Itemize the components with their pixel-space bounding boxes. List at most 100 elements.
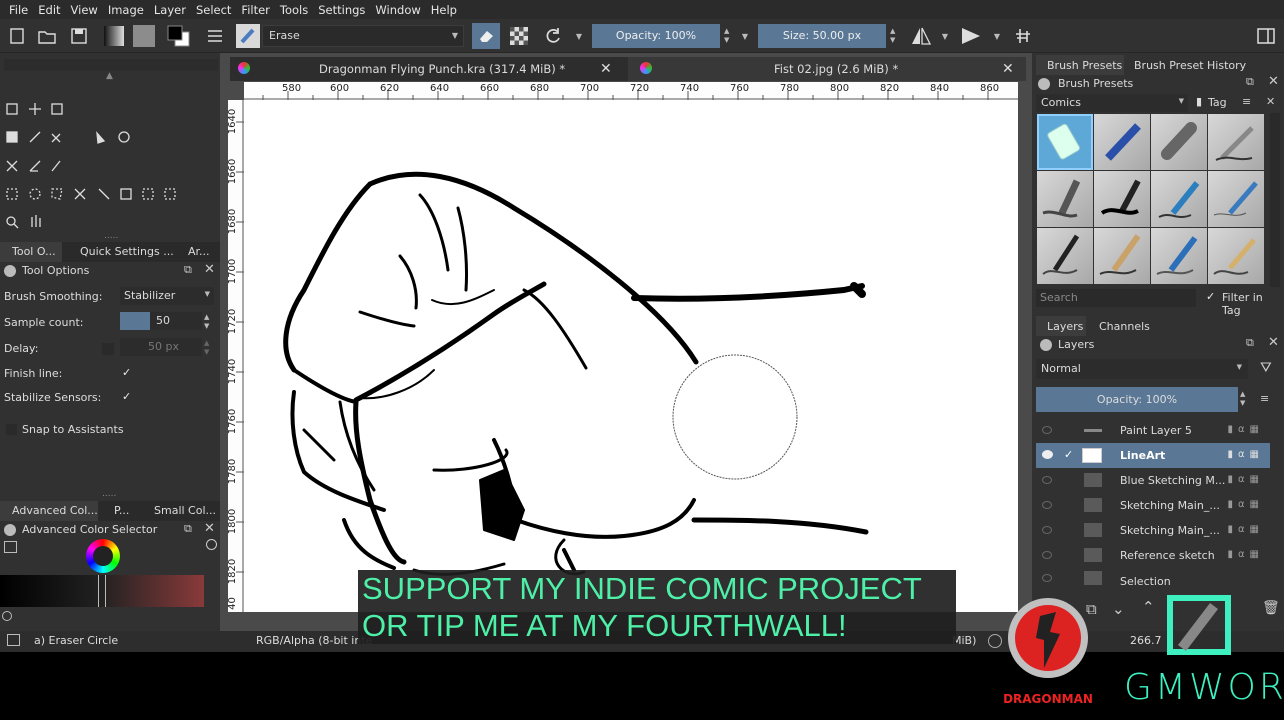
tab-ar[interactable]: Ar... xyxy=(188,245,210,258)
close-tag-icon[interactable]: ✕ xyxy=(1266,95,1275,108)
blue-ink-preset-icon[interactable] xyxy=(1151,171,1207,227)
move-layer-up-icon[interactable]: ⌃ xyxy=(1142,598,1155,616)
collapse-arrow-icon[interactable]: ▲ xyxy=(106,71,113,81)
lock-alpha-inherit-icons[interactable]: ▮⍺▦ xyxy=(1227,424,1264,435)
brush-smoothing-select[interactable]: Stabilizer ▼ xyxy=(120,287,214,305)
ink-pen-preset-icon[interactable] xyxy=(1208,114,1264,170)
mirror-vertical-icon[interactable] xyxy=(958,23,986,49)
visibility-off-icon[interactable] xyxy=(1042,574,1052,582)
tab-small-color[interactable]: Small Col... xyxy=(154,504,216,517)
layer-opacity-slider[interactable]: Opacity: 100% xyxy=(1036,387,1238,412)
layer-row[interactable]: Sketching Main_... ▮⍺▦ xyxy=(1036,493,1270,518)
splitter-grip[interactable]: ..... xyxy=(104,231,118,241)
layer-row[interactable]: Sketching Main_... ▮⍺▦ xyxy=(1036,518,1270,543)
opacity-slider[interactable]: Opacity: 100% xyxy=(592,24,720,48)
move-layer-down-icon[interactable]: ⌄ xyxy=(1112,600,1125,618)
lock-alpha-inherit-icons[interactable]: ▮⍺▦ xyxy=(1227,549,1264,560)
float-dock-icon[interactable]: ⧉ xyxy=(184,522,192,536)
menu-help[interactable]: Help xyxy=(431,3,457,17)
workspace-icon[interactable] xyxy=(1254,23,1278,49)
color-reset-icon[interactable] xyxy=(206,539,217,550)
tab-quick-settings[interactable]: Quick Settings ... xyxy=(80,245,174,258)
opacity-dropdown-icon[interactable]: ▼ xyxy=(738,23,752,49)
lock-alpha-inherit-icons[interactable]: ▮⍺▦ xyxy=(1227,449,1264,460)
filter-in-tag-checkbox[interactable]: ✓ xyxy=(1206,290,1215,303)
menu-settings[interactable]: Settings xyxy=(318,3,365,17)
fill-options-icon[interactable] xyxy=(204,23,226,49)
open-document-icon[interactable] xyxy=(36,23,58,49)
menu-tools[interactable]: Tools xyxy=(280,3,308,17)
float-dock-icon[interactable]: ⧉ xyxy=(1246,75,1254,89)
mirror-v-dropdown-icon[interactable]: ▼ xyxy=(990,23,1004,49)
brush-preset-thumbnail-icon[interactable] xyxy=(236,24,260,48)
brush-pen-preset-icon[interactable] xyxy=(1094,171,1150,227)
tab-layers[interactable]: Layers xyxy=(1036,316,1086,336)
close-icon[interactable]: ✕ xyxy=(204,521,215,536)
color-settings-icon[interactable] xyxy=(4,541,17,553)
calligraphy-pen-preset-icon[interactable] xyxy=(1208,228,1264,284)
blend-mode-select[interactable]: Normal ▼ xyxy=(1036,359,1248,379)
blue-pencil-2-preset-icon[interactable] xyxy=(1151,228,1207,284)
mirror-horizontal-icon[interactable] xyxy=(908,23,934,49)
eraser-preset-icon[interactable] xyxy=(1037,114,1093,170)
close-tab-icon[interactable]: ✕ xyxy=(600,57,612,81)
blue-pencil-preset-icon[interactable] xyxy=(1094,114,1150,170)
visibility-off-icon[interactable] xyxy=(1042,526,1052,534)
delay-checkbox[interactable] xyxy=(102,343,114,355)
menu-select[interactable]: Select xyxy=(196,3,231,17)
save-icon[interactable] xyxy=(68,23,90,49)
gray-eraser-preset-icon[interactable] xyxy=(1151,114,1207,170)
menu-window[interactable]: Window xyxy=(375,3,420,17)
tab-fist-02[interactable]: Fist 02.jpg (2.6 MiB) * xyxy=(774,57,898,81)
marker-preset-icon[interactable] xyxy=(1037,171,1093,227)
tab-channels[interactable]: Channels xyxy=(1099,320,1150,333)
wrap-around-icon[interactable] xyxy=(1010,23,1036,49)
menu-layer[interactable]: Layer xyxy=(154,3,186,17)
tab-brush-preset-history[interactable]: Brush Preset History xyxy=(1134,59,1246,72)
float-dock-icon[interactable]: ⧉ xyxy=(184,263,192,277)
close-icon[interactable]: ✕ xyxy=(204,262,215,277)
visibility-off-icon[interactable] xyxy=(1042,476,1052,484)
foreground-background-color-icon[interactable] xyxy=(164,23,194,49)
tag-button[interactable]: Tag xyxy=(1208,96,1227,109)
visibility-on-icon[interactable] xyxy=(1042,450,1053,459)
menu-view[interactable]: View xyxy=(71,3,98,17)
fine-pen-preset-icon[interactable] xyxy=(1208,171,1264,227)
refresh-icon[interactable] xyxy=(2,611,12,621)
layer-row[interactable]: Reference sketch ▮⍺▦ xyxy=(1036,543,1270,568)
tab-tool-options[interactable]: Tool O... xyxy=(0,242,62,262)
gradient-icon[interactable] xyxy=(102,23,126,49)
opacity-spin-icon[interactable]: ▲ ▼ xyxy=(724,27,734,45)
color-wheel[interactable] xyxy=(86,539,120,573)
brush-search-input[interactable]: Search xyxy=(1036,289,1196,307)
tag-list-icon[interactable]: ≡ xyxy=(1242,95,1251,108)
pattern-icon[interactable] xyxy=(132,23,156,49)
graphite-pencil-preset-icon[interactable] xyxy=(1037,228,1093,284)
menu-filter[interactable]: Filter xyxy=(241,3,269,17)
layer-row[interactable]: Blue Sketching M... ▮⍺▦ xyxy=(1036,468,1270,493)
close-tab-icon[interactable]: ✕ xyxy=(1002,57,1014,81)
menu-file[interactable]: File xyxy=(9,3,28,17)
brush-preset-combo[interactable]: Erase ▼ xyxy=(262,25,464,47)
tab-brush-presets[interactable]: Brush Presets xyxy=(1036,55,1124,75)
splitter-grip-2[interactable]: ..... xyxy=(102,489,116,499)
tab-advanced-color[interactable]: Advanced Col... xyxy=(0,501,98,521)
layer-row[interactable]: Selection xyxy=(1036,568,1270,588)
layer-options-icon[interactable]: ≡ xyxy=(1260,392,1269,405)
brush-tag-select[interactable]: Comics ▼ xyxy=(1036,94,1188,112)
close-icon[interactable]: ✕ xyxy=(1268,335,1279,350)
stabilize-sensors-checkbox[interactable]: ✓ xyxy=(122,390,131,403)
sample-count-input[interactable]: 50 xyxy=(150,312,202,330)
delete-layer-icon[interactable]: 🗑 xyxy=(1262,600,1280,616)
snap-assistants-checkbox[interactable] xyxy=(6,424,17,435)
filter-layers-icon[interactable]: ⛛ xyxy=(1260,360,1272,376)
size-slider[interactable]: Size: 50.00 px xyxy=(758,24,886,48)
drawing-canvas[interactable] xyxy=(244,100,1018,612)
eraser-mode-icon[interactable] xyxy=(472,23,500,49)
reload-preset-icon[interactable] xyxy=(540,23,566,49)
new-document-icon[interactable] xyxy=(6,23,28,49)
lock-alpha-inherit-icons[interactable]: ▮⍺▦ xyxy=(1227,499,1264,510)
finish-line-checkbox[interactable]: ✓ xyxy=(122,366,131,379)
lock-alpha-inherit-icons[interactable]: ▮⍺▦ xyxy=(1227,524,1264,535)
tab-palette[interactable]: P... xyxy=(114,504,129,517)
